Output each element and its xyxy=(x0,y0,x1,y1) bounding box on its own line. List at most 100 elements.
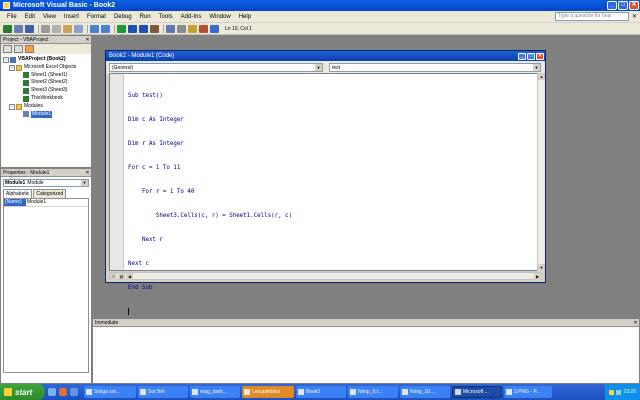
code-window-title: Book2 - Module1 (Code) xyxy=(109,53,175,59)
scroll-up-icon[interactable]: ▲ xyxy=(538,73,545,80)
code-minimize-button[interactable]: _ xyxy=(518,52,526,60)
taskbar-item[interactable]: mag_darb... xyxy=(190,386,240,398)
save-icon[interactable] xyxy=(25,24,34,33)
project-panel-close-icon[interactable]: ✕ xyxy=(84,37,91,43)
code-editor[interactable]: Sub test() Dim c As Integer Dim r As Int… xyxy=(109,73,542,315)
menu-tools[interactable]: Tools xyxy=(155,14,177,20)
tree-node-sheet3[interactable]: Sheet3 (Sheet3) xyxy=(3,87,89,95)
cut-icon[interactable] xyxy=(41,24,50,33)
tree-node-vbaproject[interactable]: − VBAProject (Book2) xyxy=(3,56,89,64)
tree-node-excel-objects[interactable]: − Microsoft Excel Objects xyxy=(3,64,89,72)
insert-module-icon[interactable] xyxy=(14,24,23,33)
start-button[interactable]: start xyxy=(0,384,45,400)
toolbar-separator xyxy=(87,24,88,33)
code-line: Sub test() xyxy=(128,93,163,99)
tree-node-sheet1[interactable]: Sheet1 (Sheet1) xyxy=(3,72,89,80)
design-mode-icon[interactable] xyxy=(150,24,159,33)
view-code-icon[interactable] xyxy=(3,45,12,53)
menu-add-ins[interactable]: Add-Ins xyxy=(177,14,206,20)
redo-icon[interactable] xyxy=(101,24,110,33)
project-explorer-icon[interactable] xyxy=(166,24,175,33)
code-window: Book2 - Module1 (Code) _ □ ✕ (General) ▼… xyxy=(105,50,546,315)
properties-icon[interactable] xyxy=(177,24,186,33)
menu-help[interactable]: Help xyxy=(235,14,255,20)
object-select[interactable]: Module1 Module ▼ xyxy=(3,179,89,187)
reset-icon[interactable] xyxy=(139,24,148,33)
folder-icon xyxy=(16,64,22,71)
code-close-button[interactable]: ✕ xyxy=(536,52,544,60)
tree-node-module1[interactable]: Module1 xyxy=(3,110,89,119)
find-icon[interactable] xyxy=(74,24,83,33)
maximize-button[interactable]: □ xyxy=(618,1,628,10)
property-value[interactable]: Module1 xyxy=(26,199,46,206)
taskbar-item[interactable]: Nimp_10.... xyxy=(400,386,450,398)
menu-debug[interactable]: Debug xyxy=(110,14,136,20)
paste-icon[interactable] xyxy=(63,24,72,33)
code-horizontal-scrollbar[interactable]: ≡ ▤ ◀ ▶ xyxy=(109,272,542,280)
menu-view[interactable]: View xyxy=(39,14,60,20)
firefox-icon[interactable] xyxy=(59,388,67,396)
collapse-icon[interactable]: − xyxy=(9,64,15,71)
tree-node-sheet2[interactable]: Sheet2 (Sheet2) xyxy=(3,79,89,87)
property-row[interactable]: (Name) Module1 xyxy=(4,199,88,207)
help-icon[interactable] xyxy=(210,24,219,33)
collapse-icon[interactable]: − xyxy=(9,103,15,110)
taskbar-item[interactable]: 3.PNG - P... xyxy=(504,386,552,398)
undo-icon[interactable] xyxy=(90,24,99,33)
close-button[interactable]: ✕ xyxy=(629,1,639,10)
tree-label: Sheet3 (Sheet3) xyxy=(31,87,68,94)
scroll-down-icon[interactable]: ▼ xyxy=(538,264,545,271)
copy-icon[interactable] xyxy=(52,24,61,33)
toolbar-separator xyxy=(163,24,164,33)
menu-close-icon[interactable]: ✕ xyxy=(632,13,640,20)
code-vertical-scrollbar[interactable]: ▲ ▼ xyxy=(537,73,545,271)
taskbar-item[interactable]: Lesupeltides xyxy=(242,386,294,398)
tray-icon[interactable] xyxy=(616,389,622,395)
worksheet-icon xyxy=(23,88,29,95)
toolbox-icon[interactable] xyxy=(199,24,208,33)
chevron-down-icon[interactable]: ▼ xyxy=(81,180,88,186)
tree-node-thisworkbook[interactable]: ThisWorkbook xyxy=(3,95,89,103)
minimize-button[interactable]: _ xyxy=(607,1,617,10)
menu-run[interactable]: Run xyxy=(136,14,155,20)
tree-node-modules[interactable]: − Modules xyxy=(3,103,89,111)
run-icon[interactable] xyxy=(117,24,126,33)
object-dropdown[interactable]: (General) ▼ xyxy=(109,63,323,72)
break-icon[interactable] xyxy=(128,24,137,33)
code-lines: Sub test() Dim c As Integer Dim r As Int… xyxy=(128,76,292,332)
immediate-window[interactable]: Immediate ✕ xyxy=(92,318,640,384)
taskbar-item[interactable]: Book2 xyxy=(296,386,346,398)
properties-panel-close-icon[interactable]: ✕ xyxy=(84,170,91,176)
taskbar-item[interactable]: Soliga sol... xyxy=(84,386,136,398)
tray-icon[interactable] xyxy=(609,389,615,395)
menu-format[interactable]: Format xyxy=(83,14,110,20)
taskbar-item-active[interactable]: Microsoft ... xyxy=(452,386,502,398)
show-desktop-icon[interactable] xyxy=(48,388,56,396)
chevron-down-icon[interactable]: ▼ xyxy=(315,64,322,71)
help-search-input[interactable]: Type a question for help xyxy=(554,12,629,21)
taskbar-item[interactable]: SocTeh xyxy=(138,386,188,398)
immediate-close-icon[interactable]: ✕ xyxy=(632,320,639,326)
code-margin xyxy=(110,74,124,270)
tab-categorized[interactable]: Categorized xyxy=(33,189,67,198)
procedure-dropdown[interactable]: test ▼ xyxy=(329,63,541,72)
menu-insert[interactable]: Insert xyxy=(60,14,83,20)
menu-edit[interactable]: Edit xyxy=(21,14,39,20)
menu-window[interactable]: Window xyxy=(205,14,234,20)
taskbar-item[interactable]: Nimp_9.t... xyxy=(348,386,398,398)
menu-file[interactable]: File xyxy=(3,14,21,20)
full-module-view-icon[interactable]: ▤ xyxy=(118,273,125,280)
toggle-folders-icon[interactable] xyxy=(25,45,34,53)
code-maximize-button[interactable]: □ xyxy=(527,52,535,60)
chevron-down-icon[interactable]: ▼ xyxy=(533,64,540,71)
view-object-icon[interactable] xyxy=(14,45,23,53)
scroll-left-icon[interactable]: ◀ xyxy=(126,273,133,280)
procedure-view-icon[interactable]: ≡ xyxy=(110,273,117,280)
collapse-icon[interactable]: − xyxy=(3,56,9,63)
excel-icon[interactable] xyxy=(3,24,12,33)
object-browser-icon[interactable] xyxy=(188,24,197,33)
scroll-right-icon[interactable]: ▶ xyxy=(534,273,541,280)
tab-alphabetic[interactable]: Alphabetic xyxy=(3,189,33,198)
ie-icon[interactable] xyxy=(70,388,78,396)
toolbar-separator xyxy=(38,24,39,33)
